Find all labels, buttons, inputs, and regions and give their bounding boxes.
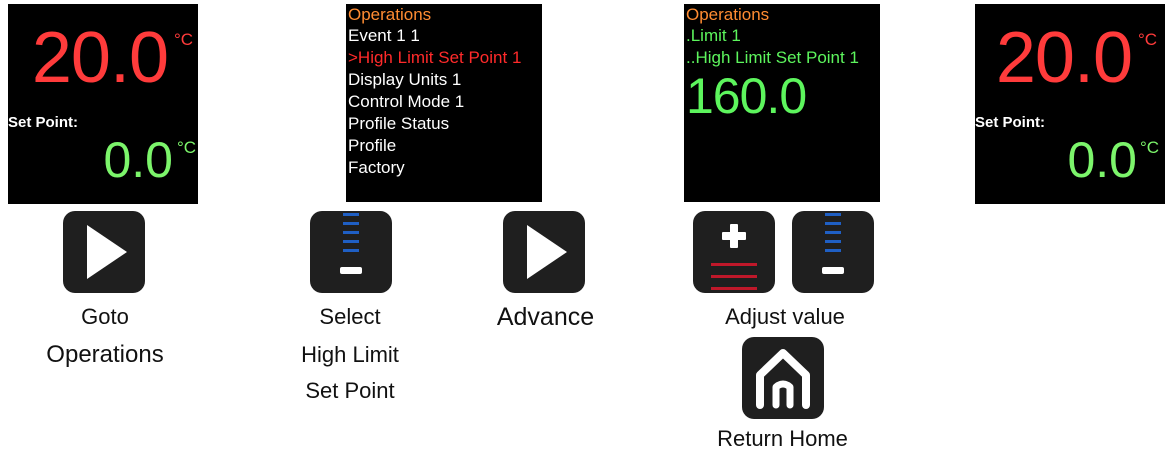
advance-button[interactable] — [63, 211, 145, 293]
set-point-unit: °C — [177, 138, 197, 157]
step-goto-line1: Goto — [81, 304, 129, 329]
high-limit-value: 160.0 — [686, 68, 807, 124]
menu-item-event[interactable]: Event 1 1 — [348, 26, 420, 46]
up-arrow-icon — [711, 224, 757, 290]
temperature-unit: °C — [1138, 30, 1158, 49]
home-icon — [756, 349, 810, 409]
step-select-line3: Set Point — [305, 378, 395, 403]
down-button[interactable] — [792, 211, 874, 293]
set-point-label: Set Point: — [975, 114, 1045, 131]
menu-title: Operations — [348, 5, 432, 24]
set-point-value: 0.0 — [103, 132, 173, 188]
step-goto-line2: Operations — [46, 341, 164, 368]
menu-item-display-units[interactable]: Display Units 1 — [348, 70, 461, 90]
down-arrow-icon — [340, 213, 362, 274]
down-button[interactable] — [310, 211, 392, 293]
step-home: Return Home — [717, 426, 848, 451]
step-advance: Advance — [496, 303, 595, 331]
step-select-line1: Select — [319, 304, 381, 329]
set-point-unit: °C — [1140, 138, 1160, 157]
home-screen-initial: 20.0 °C Set Point: 0.0 °C — [8, 4, 198, 204]
temperature-readout: 20.0 — [31, 18, 169, 98]
menu-item-profile[interactable]: Profile — [348, 136, 396, 156]
step-adjust: Adjust value — [725, 304, 845, 329]
menu-item-factory[interactable]: Factory — [348, 158, 405, 178]
play-icon — [87, 225, 127, 279]
set-point-label: Set Point: — [8, 114, 78, 131]
limit-screen-title: Operations — [686, 5, 770, 24]
menu-item-high-limit-selected[interactable]: >High Limit Set Point 1 — [348, 48, 521, 68]
step-select-line2: High Limit — [301, 342, 399, 367]
menu-item-profile-status[interactable]: Profile Status — [348, 114, 449, 134]
advance-button[interactable] — [503, 211, 585, 293]
menu-item-control-mode[interactable]: Control Mode 1 — [348, 92, 464, 112]
limit-value-screen: Operations .Limit 1 ..High Limit Set Poi… — [684, 4, 880, 202]
temperature-readout: 20.0 — [995, 18, 1133, 98]
play-icon — [527, 225, 567, 279]
down-arrow-icon — [822, 213, 844, 274]
home-button[interactable] — [742, 337, 824, 419]
home-screen-final: 20.0 °C Set Point: 0.0 °C — [975, 4, 1165, 204]
set-point-value: 0.0 — [1067, 132, 1137, 188]
limit-breadcrumb-2: ..High Limit Set Point 1 — [686, 48, 859, 67]
temperature-unit: °C — [174, 30, 194, 49]
limit-breadcrumb-1: .Limit 1 — [686, 26, 741, 45]
up-button[interactable] — [693, 211, 775, 293]
operations-menu-screen: Operations Event 1 1 >High Limit Set Poi… — [346, 4, 542, 202]
